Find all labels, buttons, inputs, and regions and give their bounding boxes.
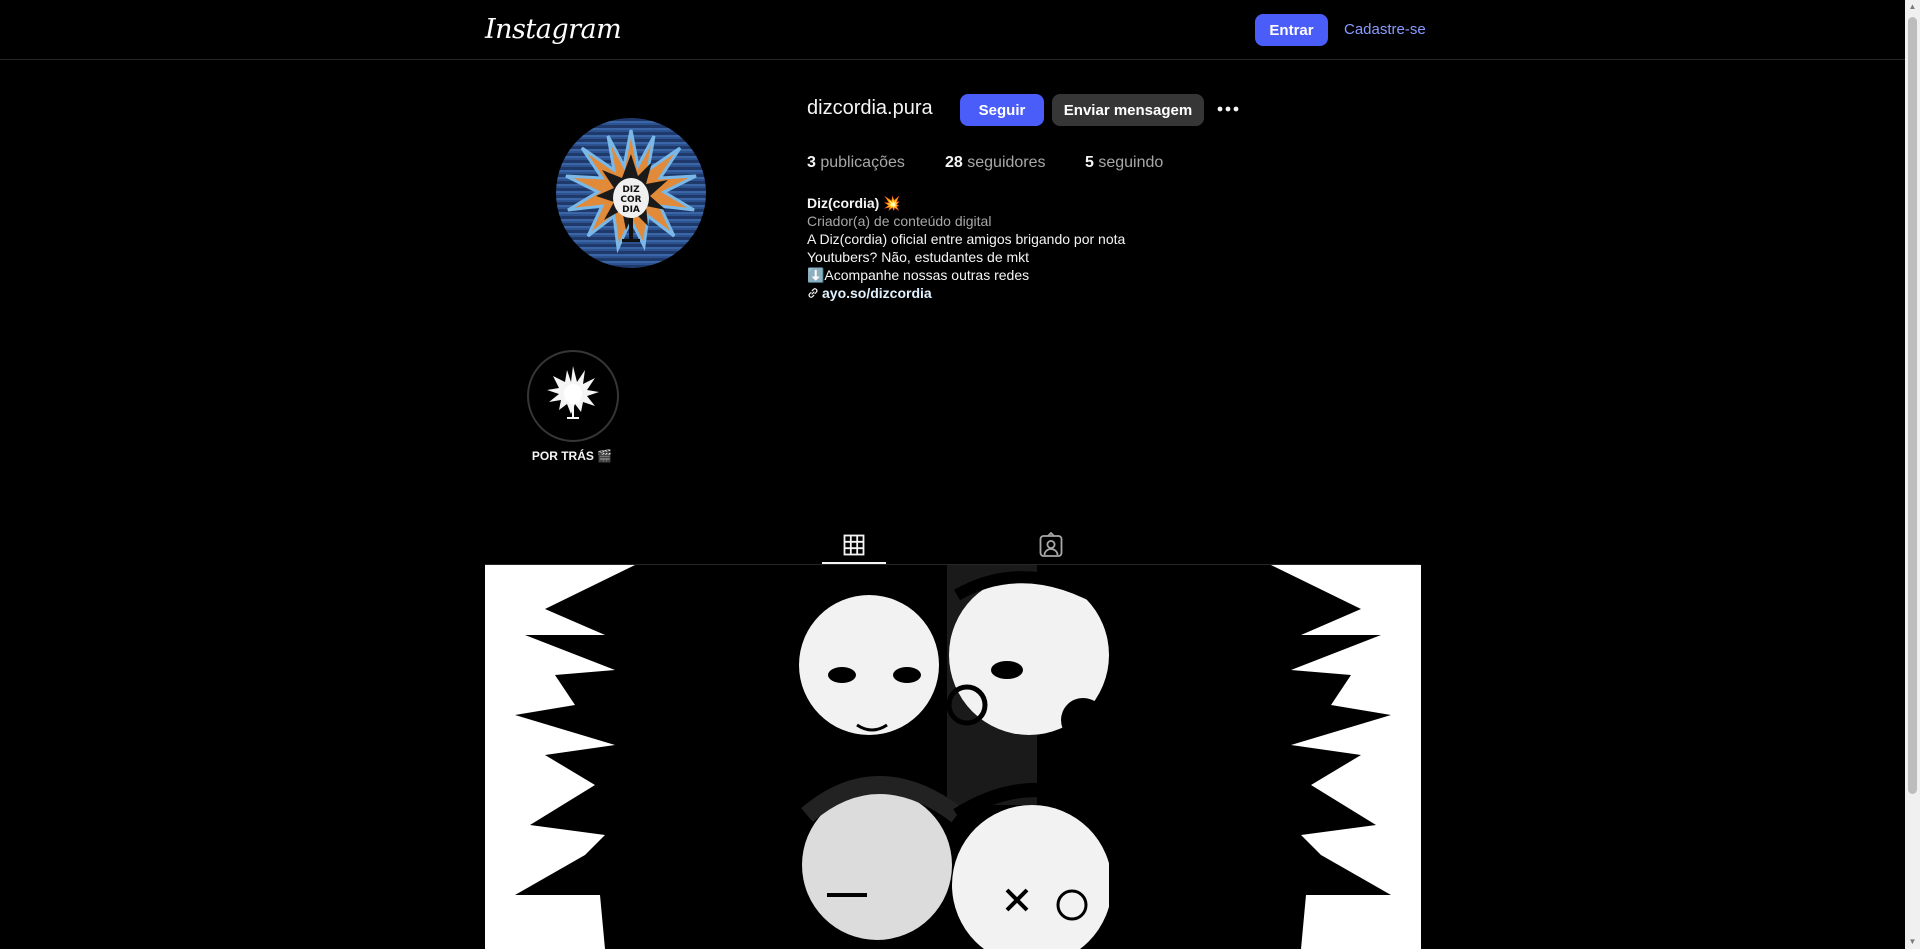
bio-line-3: ⬇️Acompanhe nossas outras redes	[807, 267, 1030, 283]
post-thumbnail-3[interactable]	[1109, 565, 1421, 949]
posts-label: publicações	[820, 154, 905, 171]
link-icon	[808, 288, 818, 298]
profile-bio: Diz(cordia) 💥 Criador(a) de conteúdo dig…	[807, 194, 1125, 302]
scroll-thumb[interactable]	[1908, 17, 1917, 794]
story-highlight[interactable]	[527, 350, 619, 442]
following-label: seguindo	[1098, 154, 1164, 171]
posts-count: 3	[807, 154, 816, 171]
scroll-down-arrow-icon[interactable]: ▼	[1905, 935, 1920, 949]
followers-label: seguidores	[967, 154, 1046, 171]
profile-username: dizcordia.pura	[807, 97, 933, 119]
bio-link[interactable]: ayo.so/dizcordia	[822, 285, 932, 301]
scrollbar[interactable]: ▲ ▼	[1905, 0, 1920, 949]
bio-line-1: A Diz(cordia) oficial entre amigos briga…	[807, 231, 1126, 247]
send-message-button[interactable]: Enviar mensagem	[1052, 94, 1204, 126]
bio-category: Criador(a) de conteúdo digital	[807, 213, 992, 229]
highlight-spiky-icon	[547, 366, 599, 419]
instagram-logo[interactable]: Instagram	[485, 14, 622, 45]
bio-name: Diz(cordia) 💥	[807, 195, 901, 211]
followers-stat[interactable]: 28 seguidores	[945, 154, 1046, 172]
more-options-icon[interactable]	[1215, 96, 1241, 122]
bio-link-row[interactable]: ayo.so/dizcordia	[807, 284, 1125, 302]
svg-text:COR: COR	[620, 195, 641, 205]
bio-line-2: Youtubers? Não, estudantes de mkt	[807, 249, 1030, 265]
post-3-image	[1109, 565, 1421, 949]
post-thumbnail-2[interactable]	[797, 565, 1109, 949]
login-button[interactable]: Entrar	[1255, 14, 1328, 46]
avatar-spiky-logo: DIZ COR DIA	[565, 129, 697, 254]
profile-avatar[interactable]: DIZ COR DIA	[556, 118, 706, 268]
post-2-image	[797, 565, 1109, 949]
tab-tagged[interactable]	[1019, 528, 1083, 564]
signup-link[interactable]: Cadastre-se	[1344, 21, 1426, 38]
scroll-up-arrow-icon[interactable]: ▲	[1905, 0, 1920, 14]
highlight-label[interactable]: POR TRÁS 🎬	[520, 449, 624, 463]
posts-count-stat: 3 publicações	[807, 154, 905, 172]
tab-posts-grid[interactable]	[822, 528, 886, 564]
tagged-icon	[1039, 531, 1063, 557]
followers-count: 28	[945, 154, 963, 171]
svg-text:DIZ: DIZ	[622, 185, 640, 195]
following-stat[interactable]: 5 seguindo	[1085, 154, 1163, 172]
post-1-image	[485, 565, 797, 949]
post-thumbnail-1[interactable]	[485, 565, 797, 949]
following-count: 5	[1085, 154, 1094, 171]
svg-text:DIA: DIA	[622, 205, 640, 215]
follow-button[interactable]: Seguir	[960, 94, 1044, 126]
grid-icon	[843, 534, 865, 556]
top-navigation: Instagram Entrar Cadastre-se	[0, 0, 1905, 60]
